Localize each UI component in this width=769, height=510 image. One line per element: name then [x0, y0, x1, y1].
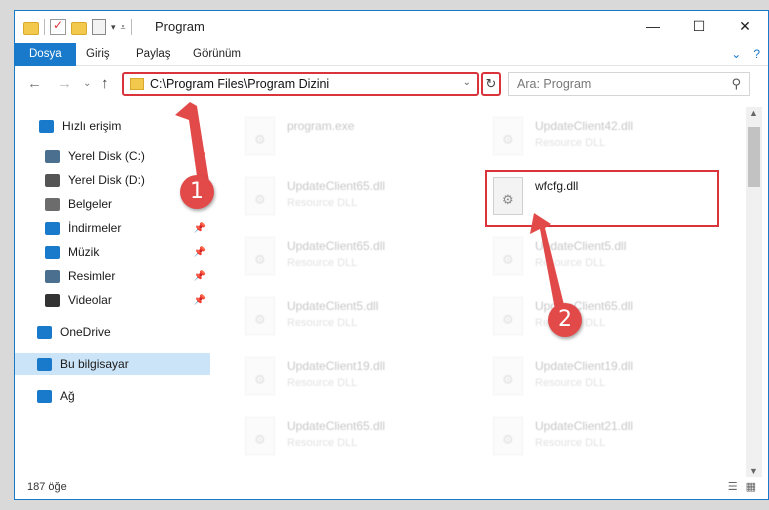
step-2-badge: 2	[548, 303, 582, 337]
step-1-badge: 1	[180, 175, 214, 209]
arrow-2-icon	[530, 213, 566, 315]
annotation-arrows	[175, 102, 566, 315]
